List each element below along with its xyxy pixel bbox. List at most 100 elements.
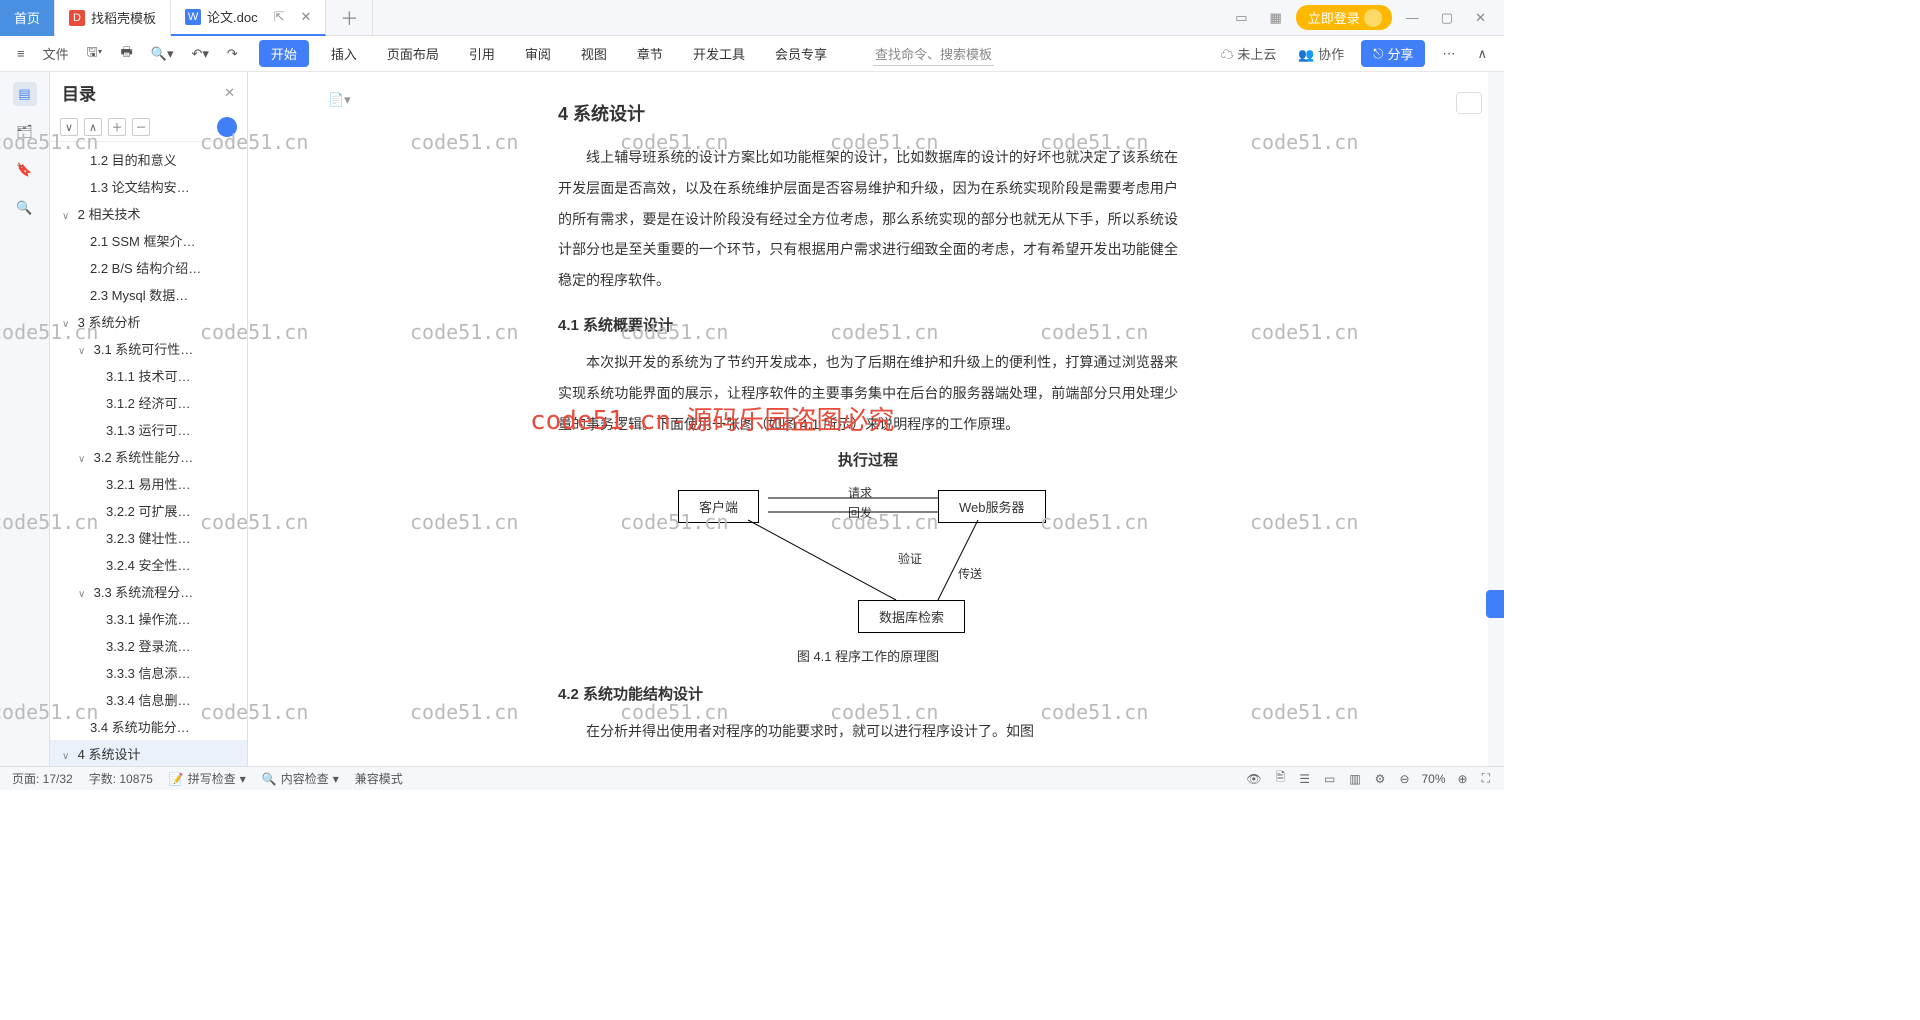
left-rail: ▤ 🗂 🔖 🔍 bbox=[0, 72, 50, 766]
toc-item[interactable]: ∨ 3.2 系统性能分… bbox=[50, 443, 247, 470]
undo-icon[interactable]: ↶▾ bbox=[187, 43, 214, 65]
spell-check[interactable]: 📝 拼写检查 ▾ bbox=[169, 770, 246, 787]
redo-icon[interactable]: ↷ bbox=[222, 43, 243, 65]
view-read-icon[interactable]: ▭ bbox=[1322, 772, 1337, 786]
bookmark-icon[interactable]: 🔖 bbox=[13, 158, 37, 182]
view-mode-icon[interactable]: 👁 bbox=[1244, 772, 1263, 786]
menu-dev[interactable]: 开发工具 bbox=[685, 40, 753, 67]
menu-review[interactable]: 审阅 bbox=[517, 40, 559, 67]
word-count[interactable]: 字数: 10875 bbox=[89, 770, 153, 787]
collapse-icon[interactable]: ∧ bbox=[1472, 43, 1492, 65]
preview-icon[interactable]: 🔍▾ bbox=[146, 43, 179, 65]
toc-item[interactable]: 3.2.4 安全性… bbox=[50, 551, 247, 578]
search-ribbon[interactable]: 查找命令、搜索模板 bbox=[873, 42, 994, 66]
statusbar-right: 👁 🖹 ☰ ▭ ▥ ⚙ ⊖ 70% ⊕ ⛶ bbox=[1244, 768, 1492, 789]
toc-item[interactable]: 1.3 论文结构安… bbox=[50, 173, 247, 200]
toc-item[interactable]: 1.2 目的和意义 bbox=[50, 146, 247, 173]
share-button[interactable]: ⎋ 分享 bbox=[1361, 40, 1425, 67]
tab-document[interactable]: W论文.doc⇱✕ bbox=[171, 0, 326, 36]
outline-icon[interactable]: ▤ bbox=[13, 82, 37, 106]
close-icon[interactable]: ✕ bbox=[301, 9, 312, 25]
right-scrollbar[interactable] bbox=[1488, 72, 1504, 766]
toc-item[interactable]: 3.2.2 可扩展… bbox=[50, 497, 247, 524]
toc-item[interactable]: 3.3.1 操作流… bbox=[50, 605, 247, 632]
view-web-icon[interactable]: ▥ bbox=[1347, 772, 1362, 786]
toc-item[interactable]: ∨ 2 相关技术 bbox=[50, 200, 247, 227]
toc-item[interactable]: ∨ 4 系统设计 bbox=[50, 740, 247, 766]
toc-item[interactable]: 3.2.1 易用性… bbox=[50, 470, 247, 497]
menu-start[interactable]: 开始 bbox=[259, 40, 309, 67]
external-icon[interactable]: ⇱ bbox=[274, 9, 285, 25]
coop-button[interactable]: 👥 协作 bbox=[1293, 41, 1349, 66]
figure-caption: 图 4.1 程序工作的原理图 bbox=[558, 646, 1178, 665]
minimize-icon[interactable]: — bbox=[1398, 6, 1427, 29]
page-number[interactable]: 页面: 17/32 bbox=[12, 770, 73, 787]
content-check[interactable]: 🔍 内容检查 ▾ bbox=[262, 770, 339, 787]
layout-icon[interactable]: ▭ bbox=[1227, 6, 1255, 30]
toc-item[interactable]: 2.1 SSM 框架介… bbox=[50, 227, 247, 254]
paragraph: 在分析并得出使用者对程序的功能要求时，就可以进行程序设计了。如图 bbox=[558, 716, 1178, 747]
menu-insert[interactable]: 插入 bbox=[323, 40, 365, 67]
fullscreen-icon[interactable]: ⛶ bbox=[1480, 771, 1492, 786]
heading-4-1: 4.1 系统概要设计 bbox=[558, 314, 1178, 335]
menu-tabs: 开始 插入 页面布局 引用 审阅 视图 章节 开发工具 会员专享 bbox=[259, 40, 835, 67]
menu-view[interactable]: 视图 bbox=[573, 40, 615, 67]
search-icon[interactable]: 🔍 bbox=[13, 196, 37, 220]
zoom-level[interactable]: 70% bbox=[1422, 772, 1446, 786]
main: ▤ 🗂 🔖 🔍 目录 ✕ ∨ ∧ ＋ － 1.2 目的和意义1.3 论文结构安…… bbox=[0, 72, 1504, 766]
settings-icon[interactable]: ⚙ bbox=[1373, 772, 1388, 786]
toc-item[interactable]: 2.3 Mysql 数据… bbox=[50, 281, 247, 308]
maximize-icon[interactable]: ▢ bbox=[1433, 6, 1461, 30]
document-area[interactable]: 📄▾ 4 系统设计 线上辅导班系统的设计方案比如功能框架的设计，比如数据库的设计… bbox=[248, 72, 1488, 766]
toc-item[interactable]: 3.2.3 健壮性… bbox=[50, 524, 247, 551]
view-page-icon[interactable]: 🖹 bbox=[1274, 768, 1288, 789]
toc-item[interactable]: ∨ 3.3 系统流程分… bbox=[50, 578, 247, 605]
toc-item[interactable]: 3.1.1 技术可… bbox=[50, 362, 247, 389]
more-icon[interactable]: ⋯ bbox=[1437, 43, 1460, 65]
cloud-status[interactable]: ☁ 未上云 bbox=[1216, 41, 1282, 66]
print-icon[interactable]: 🖶 bbox=[116, 40, 138, 68]
tab-template[interactable]: D找稻壳模板 bbox=[55, 0, 171, 36]
paragraph: 本次拟开发的系统为了节约开发成本，也为了后期在维护和升级上的便利性，打算通过浏览… bbox=[558, 347, 1178, 439]
tab-template-label: 找稻壳模板 bbox=[91, 8, 156, 27]
menu-icon[interactable]: ≡ bbox=[12, 43, 30, 64]
tab-home[interactable]: 首页 bbox=[0, 0, 55, 36]
toc-item[interactable]: 3.3.2 登录流… bbox=[50, 632, 247, 659]
toc-item[interactable]: 3.4 系统功能分… bbox=[50, 713, 247, 740]
toc-item[interactable]: 3.3.4 信息删… bbox=[50, 686, 247, 713]
toc-item[interactable]: ∨ 3 系统分析 bbox=[50, 308, 247, 335]
remove-level-icon[interactable]: － bbox=[132, 118, 150, 136]
window-controls: ▭ ▦ 立即登录 — ▢ ✕ bbox=[1227, 5, 1504, 30]
toc-item[interactable]: 3.1.3 运行可… bbox=[50, 416, 247, 443]
menu-layout[interactable]: 页面布局 bbox=[379, 40, 447, 67]
outline-tools: ∨ ∧ ＋ － bbox=[50, 113, 247, 142]
add-level-icon[interactable]: ＋ bbox=[108, 118, 126, 136]
collapse-all-icon[interactable]: ∨ bbox=[60, 118, 78, 136]
word-icon: W bbox=[185, 9, 201, 25]
expand-all-icon[interactable]: ∧ bbox=[84, 118, 102, 136]
grid-icon[interactable]: ▦ bbox=[1261, 6, 1289, 30]
toc-item[interactable]: 3.1.2 经济可… bbox=[50, 389, 247, 416]
zoom-in-icon[interactable]: ⊕ bbox=[1456, 772, 1470, 786]
menu-chapter[interactable]: 章节 bbox=[629, 40, 671, 67]
compat-mode[interactable]: 兼容模式 bbox=[355, 770, 403, 787]
view-outline-icon[interactable]: ☰ bbox=[1297, 772, 1312, 786]
zoom-out-icon[interactable]: ⊖ bbox=[1397, 772, 1411, 786]
toc-item[interactable]: 3.3.3 信息添… bbox=[50, 659, 247, 686]
tab-add[interactable]: ＋ bbox=[326, 0, 373, 36]
toc-item[interactable]: ∨ 3.1 系统可行性… bbox=[50, 335, 247, 362]
toc-item[interactable]: 2.2 B/S 结构介绍… bbox=[50, 254, 247, 281]
file-menu[interactable]: 文件 bbox=[38, 41, 74, 66]
login-button[interactable]: 立即登录 bbox=[1296, 5, 1392, 30]
feedback-tab[interactable] bbox=[1486, 590, 1504, 618]
close-window-icon[interactable]: ✕ bbox=[1467, 6, 1494, 30]
clipboard-icon[interactable]: 🗂 bbox=[13, 120, 37, 144]
save-icon[interactable]: 🖫▾ bbox=[82, 40, 108, 68]
page-badge[interactable] bbox=[1456, 92, 1482, 114]
outline-close-icon[interactable]: ✕ bbox=[224, 85, 235, 101]
menu-ref[interactable]: 引用 bbox=[461, 40, 503, 67]
chat-icon[interactable] bbox=[217, 117, 237, 137]
menu-member[interactable]: 会员专享 bbox=[767, 40, 835, 67]
statusbar: 页面: 17/32 字数: 10875 📝 拼写检查 ▾ 🔍 内容检查 ▾ 兼容… bbox=[0, 766, 1504, 790]
toc-list[interactable]: 1.2 目的和意义1.3 论文结构安…∨ 2 相关技术2.1 SSM 框架介…2… bbox=[50, 142, 247, 766]
